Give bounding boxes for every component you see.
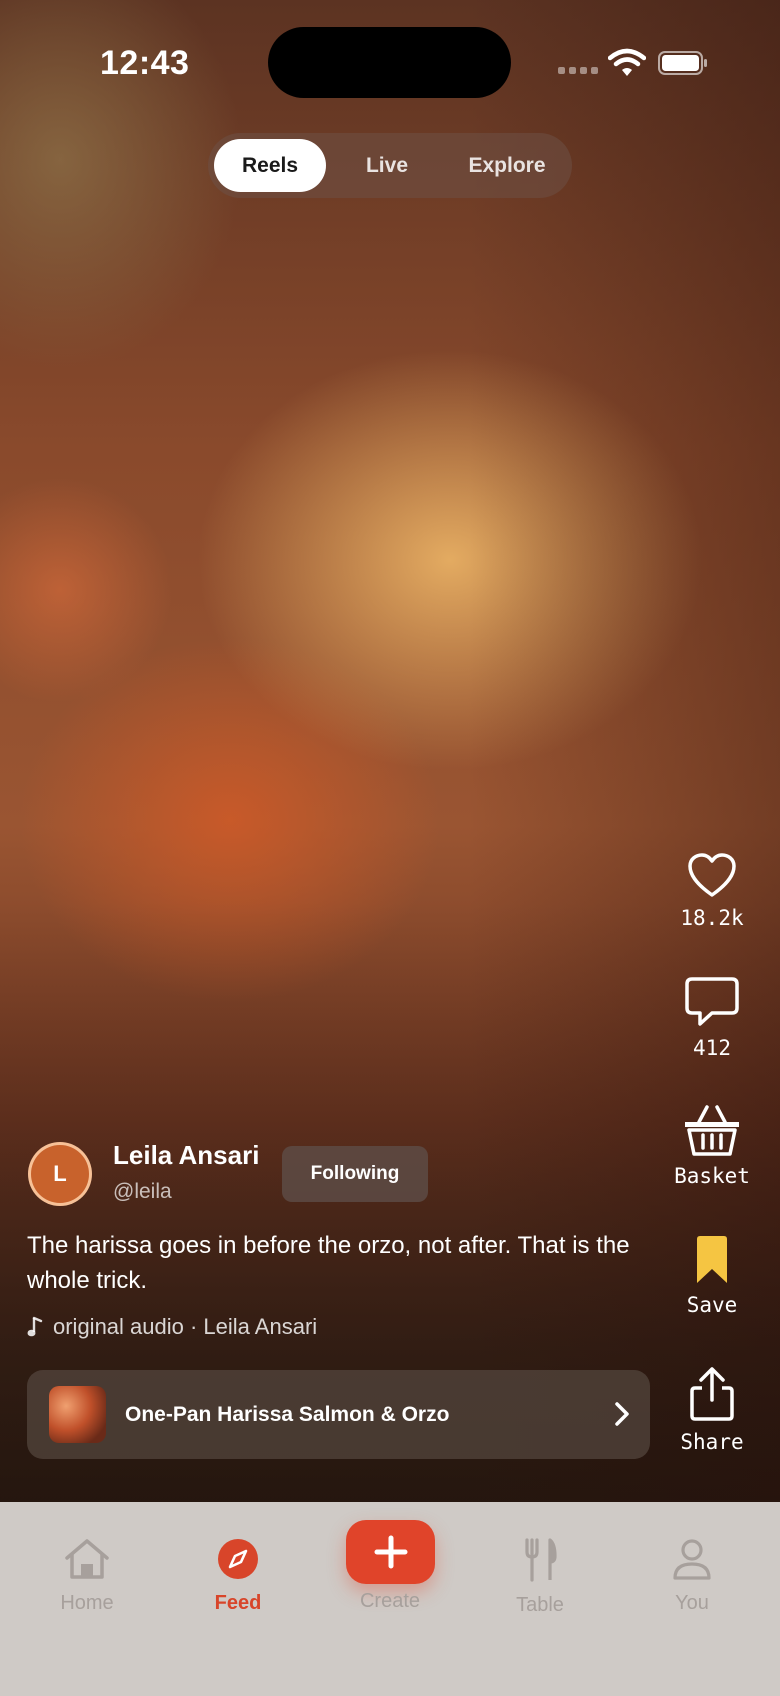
tab-create-label: Create (359, 1590, 421, 1612)
tab-live[interactable]: Live (332, 139, 442, 192)
person-icon (673, 1539, 711, 1580)
basket-icon (685, 1105, 739, 1156)
like-button[interactable]: 18.2k (660, 852, 764, 930)
tab-reels[interactable]: Reels (214, 139, 326, 192)
fork-knife-icon (525, 1538, 557, 1582)
create-button[interactable] (346, 1520, 435, 1584)
recipe-thumbnail (49, 1386, 106, 1443)
author-name[interactable]: Leila Ansari (113, 1140, 259, 1171)
tab-you-label: You (675, 1592, 709, 1614)
recipe-card[interactable]: One-Pan Harissa Salmon & Orzo (27, 1370, 650, 1459)
comment-icon (685, 977, 739, 1026)
author-avatar[interactable]: L (28, 1142, 92, 1206)
tab-table-label: Table (516, 1594, 564, 1616)
compass-icon (218, 1539, 258, 1579)
tab-explore[interactable]: Explore (448, 139, 566, 192)
bookmark-icon (697, 1236, 727, 1283)
bottom-tab-bar: Home Feed Create Table You (0, 1502, 780, 1696)
save-label: Save (686, 1293, 738, 1317)
tab-table[interactable]: Table (480, 1538, 600, 1617)
music-note-icon (27, 1316, 43, 1337)
wifi-icon (608, 48, 646, 76)
tab-home[interactable]: Home (27, 1538, 147, 1615)
post-caption: The harissa goes in before the orzo, not… (27, 1232, 630, 1294)
heart-icon (688, 853, 736, 897)
dynamic-island (268, 27, 511, 98)
comment-count: 412 (693, 1036, 731, 1060)
recipe-title: One-Pan Harissa Salmon & Orzo (125, 1403, 450, 1426)
comment-button[interactable]: 412 (660, 976, 764, 1060)
author-handle: @leila (113, 1180, 172, 1203)
share-label: Share (680, 1430, 744, 1454)
status-time: 12:43 (100, 44, 190, 82)
chevron-right-icon (615, 1402, 629, 1426)
tab-feed[interactable]: Feed (178, 1538, 298, 1615)
basket-label: Basket (674, 1164, 750, 1188)
battery-icon (658, 51, 707, 75)
tab-home-label: Home (60, 1592, 114, 1614)
audio-attribution[interactable]: original audio · Leila Ansari (27, 1314, 317, 1340)
audio-label: original audio · Leila Ansari (53, 1314, 318, 1339)
save-button[interactable]: Save (660, 1235, 764, 1317)
share-button[interactable]: Share (660, 1366, 764, 1454)
following-button[interactable]: Following (282, 1146, 428, 1202)
tab-you[interactable]: You (632, 1538, 752, 1615)
feed-mode-switcher: Reels Live Explore (208, 133, 572, 198)
home-icon (65, 1539, 109, 1579)
cellular-signal-icon (558, 67, 598, 74)
tab-feed-label: Feed (214, 1592, 262, 1614)
basket-button[interactable]: Basket (660, 1104, 764, 1188)
plus-icon (374, 1535, 407, 1569)
like-count: 18.2k (680, 906, 744, 930)
share-icon (690, 1367, 734, 1421)
